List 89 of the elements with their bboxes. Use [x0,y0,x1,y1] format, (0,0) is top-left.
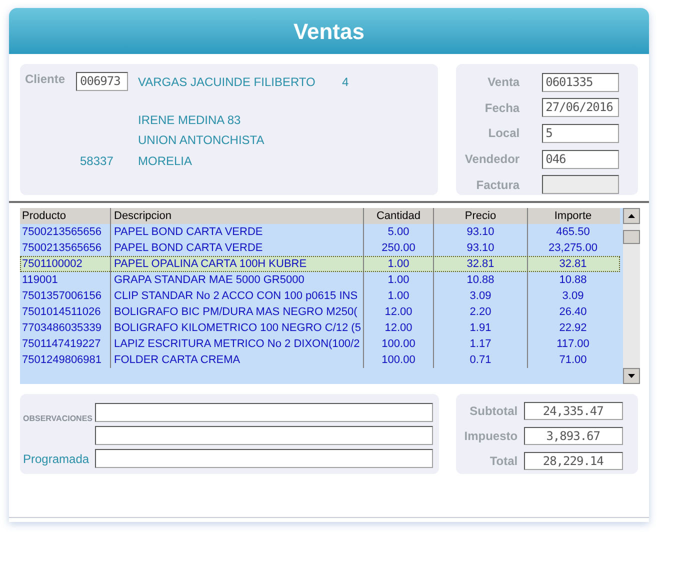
table-cell: 1.17 [433,336,527,352]
table-row[interactable]: 7501249806981 FOLDER CARTA CREMA 100.00 0.71 71.00 [20,352,620,368]
table-cell-text: 7501014511026 [21,305,102,320]
field-label: Cliente [25,71,66,88]
client-zip: 58337 [80,153,114,170]
window-title: Ventas [294,18,364,46]
table-cell: 100.00 [363,352,433,368]
table-cell: PAPEL OPALINA CARTA 100H KUBRE [110,256,363,272]
table-cell: 0.71 [433,352,527,368]
text-field[interactable]: 5 [542,124,619,143]
table-row[interactable]: 119001 GRAPA STANDAR MAE 5000 GR5000 1.00 10.88 10.88 [20,272,620,288]
total-field[interactable]: 24,335.47 [524,402,623,420]
table-cell: 1.00 [363,272,433,288]
total-field[interactable]: 28,229.14 [524,452,623,470]
field-label: Programada [23,450,90,468]
table-cell-text: 7500213565656 [21,225,103,240]
field-label: Local [487,125,520,142]
table-row[interactable]: 7501014511026 BOLIGRAFO BIC PM/DURA MAS NEGRO M250( 12.00 2.20 26.40 [20,304,620,320]
table-cell: 117.00 [527,336,618,352]
table-cell: PAPEL BOND CARTA VERDE [110,224,363,240]
client-address: IRENE MEDINA 83 [138,112,241,129]
total-field[interactable]: 3,893.67 [524,426,623,444]
text-field[interactable]: 27/06/2016 [542,98,619,118]
table-cell-text: 7501100002 [21,257,84,272]
field-label: Total [488,452,518,470]
table-cell-text: 7501249806981 [21,353,103,368]
field-label: OBSERVACIONES [23,414,92,423]
client-code-field[interactable]: 006973 [76,72,128,91]
table-cell: 26.40 [527,304,618,320]
column-header[interactable]: Descripcion [110,208,363,224]
scroll-down-button[interactable] [623,368,640,384]
table-cell: 71.00 [527,352,618,368]
table-cell: BOLIGRAFO BIC PM/DURA MAS NEGRO M250( [110,304,363,320]
table-cell: CLIP STANDAR No 2 ACCO CON 100 p0615 INS [110,288,363,304]
table-cell: 3.09 [527,288,618,304]
table-cell: 1.00 [363,256,433,272]
table-cell: LAPIZ ESCRITURA METRICO No 2 DIXON(100/2 [110,336,363,352]
table-cell-text: 119001 [21,273,59,288]
field-label: Impuesto [463,428,518,444]
table-row[interactable]: 7501147419227 LAPIZ ESCRITURA METRICO No 2 DIXON(100/2 100.00 1.17 117.00 [20,336,620,352]
table-cell: 1.00 [363,288,433,304]
table-cell: GRAPA STANDAR MAE 5000 GR5000 [110,272,363,288]
column-header[interactable]: Importe [527,208,618,224]
down-arrow-icon [628,374,635,378]
client-neighborhood: UNION ANTONCHISTA [138,132,264,149]
table-row[interactable]: 7501100002 PAPEL OPALINA CARTA 100H KUBRE 1.00 32.81 32.81 [20,256,620,272]
field-label: Venta [486,74,520,92]
table-cell: 2.20 [433,304,527,320]
field-label: Vendedor [464,151,520,168]
table-row[interactable]: 7703486035339 BOLIGRAFO KILOMETRICO 100 NEGRO C/12 (5 12.00 1.91 22.92 [20,320,620,336]
up-arrow-icon [628,214,635,218]
column-header[interactable]: Cantidad [363,208,433,224]
notes-field[interactable] [95,426,433,445]
table-cell: 22.92 [527,320,618,336]
notes-field[interactable] [95,403,433,422]
table-cell: 5.00 [363,224,433,240]
table-cell: 32.81 [527,256,618,272]
table-cell-text: 7500213565656 [21,241,103,256]
table-cell-text: 7501147419227 [21,337,102,352]
table-cell-text: 7501357006156 [21,289,103,304]
text-field[interactable]: 046 [542,150,619,169]
table-row[interactable]: 7501357006156 CLIP STANDAR No 2 ACCO CON 100 p0615 INS 1.00 3.09 3.09 [20,288,620,304]
client-city: MORELIA [138,153,192,170]
table-cell-text: 7703486035339 [21,321,103,336]
table-cell: 100.00 [363,336,433,352]
table-cell: BOLIGRAFO KILOMETRICO 100 NEGRO C/12 (5 [110,320,363,336]
table-cell: 93.10 [433,224,527,240]
table-cell: 1.91 [433,320,527,336]
table-cell: 10.88 [433,272,527,288]
table-cell: 10.88 [527,272,618,288]
scrollbar[interactable] [623,208,640,384]
column-header[interactable]: Producto [20,208,110,224]
table-cell: 3.09 [433,288,527,304]
table-cell: 12.00 [363,320,433,336]
scroll-up-button[interactable] [623,208,640,224]
scroll-thumb[interactable] [623,230,640,244]
scheduled-field[interactable] [95,449,433,468]
client-number: 4 [342,74,349,91]
column-header[interactable]: Precio [433,208,527,224]
text-field[interactable]: 0601335 [542,72,619,92]
field-label: Subtotal [468,402,518,420]
table-cell: 12.00 [363,304,433,320]
client-name: VARGAS JACUINDE FILIBERTO [138,74,316,91]
table-row[interactable]: 7500213565656 PAPEL BOND CARTA VERDE 5.00 93.10 465.50 [20,224,620,240]
table-cell: 32.81 [433,256,527,272]
field-label: Fecha [484,100,520,117]
table-cell: FOLDER CARTA CREMA [110,352,363,368]
table-cell: 465.50 [527,224,618,240]
field-label: Factura [475,176,520,194]
